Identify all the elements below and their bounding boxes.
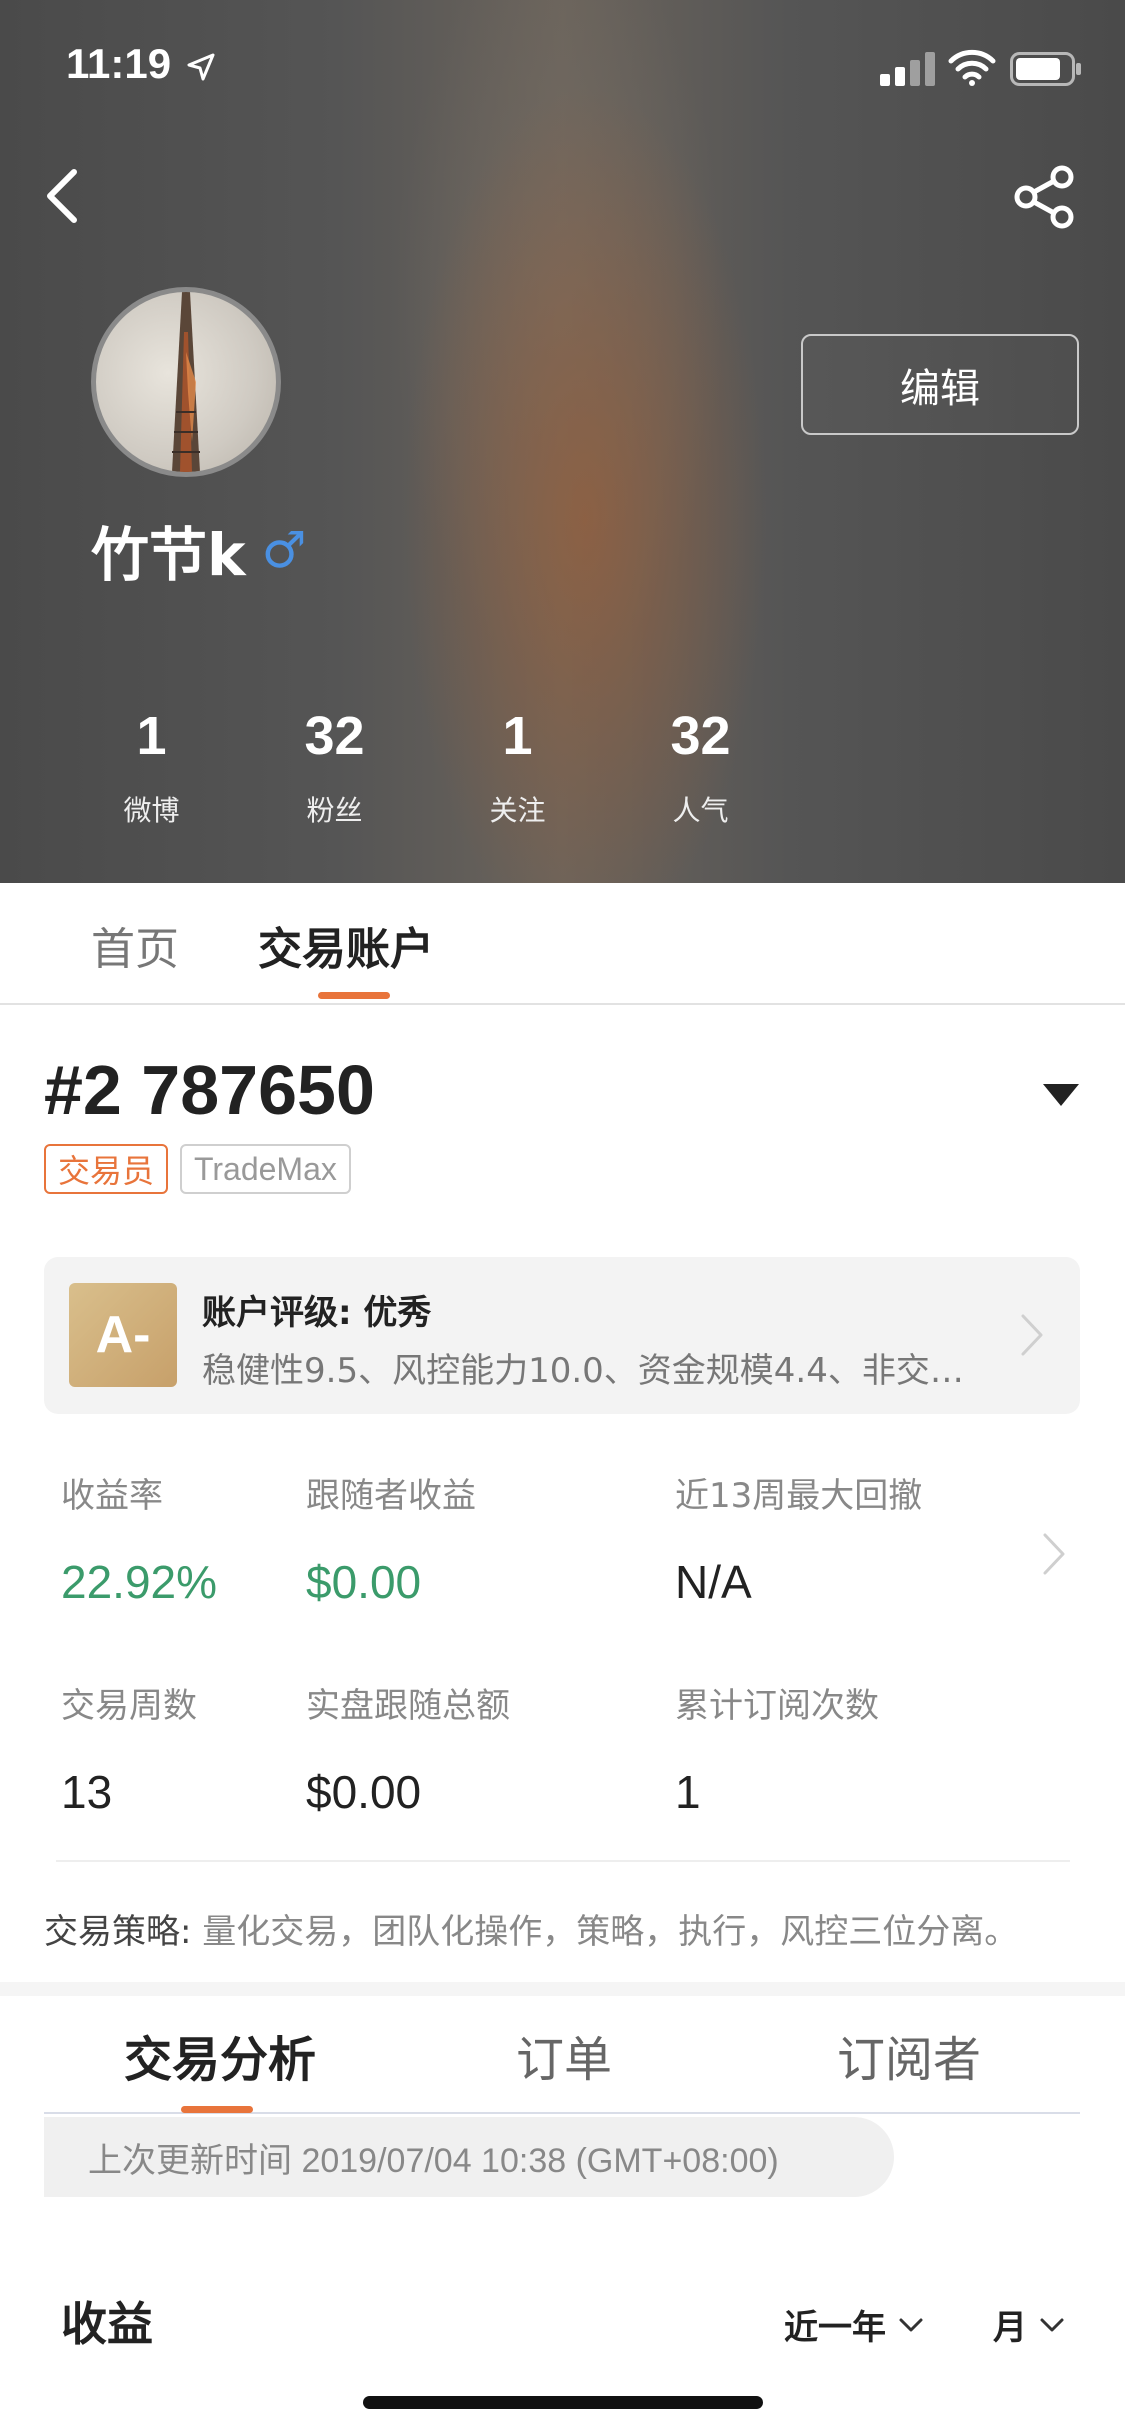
metric-label: 累计订阅次数 [675,1686,879,1726]
stat-followers[interactable]: 32 粉丝 [243,705,426,829]
account-id: #2 787650 [44,1051,375,1129]
location-arrow-icon [187,53,215,81]
home-indicator[interactable] [363,2396,763,2409]
account-badges: 交易员 TradeMax [44,1144,351,1194]
range-filter-label: 近一年 [784,2308,886,2348]
metric-value: 1 [675,1766,701,1818]
period-filter-label: 月 [993,2308,1027,2348]
rating-title: 账户评级: 优秀 [202,1293,432,1333]
strategy-label: 交易策略: [44,1912,192,1952]
chevron-right-icon[interactable] [1042,1532,1066,1576]
profile-header: 11:19 编辑 竹节k ♂ 1 微博 32 粉丝 1 关注 32 人气 [0,0,1125,883]
chevron-right-icon [1021,1314,1043,1356]
metric-label: 实盘跟随总额 [306,1686,510,1726]
battery-icon [1010,52,1081,86]
period-filter-dropdown[interactable]: 月 [993,2300,1065,2349]
chevron-down-icon [899,2318,923,2331]
cellular-signal-icon [880,52,935,86]
back-icon[interactable] [36,160,92,232]
metric-subscriptions: 累计订阅次数 1 [675,1678,1035,1819]
stat-value: 1 [502,706,533,766]
profile-tabs: 首页 交易账户 [0,883,1125,1005]
analysis-tabs: 交易分析 订单 订阅者 [44,1996,1080,2114]
metric-value: $0.00 [306,1556,422,1608]
chevron-down-icon [1040,2318,1064,2331]
wifi-icon [948,49,996,86]
trader-badge: 交易员 [44,1144,169,1194]
stat-value: 32 [670,706,731,766]
trading-strategy: 交易策略: 量化交易，团队化操作，策略，执行，风控三位分离。 [44,1904,1018,1953]
range-filter-dropdown[interactable]: 近一年 [784,2300,924,2349]
tab-trading-analysis[interactable]: 交易分析 [124,2020,316,2090]
stat-value: 1 [136,706,167,766]
tab-trading-account[interactable]: 交易账户 [258,913,434,977]
divider [56,1860,1070,1862]
edit-profile-button[interactable]: 编辑 [801,334,1079,435]
stat-label: 关注 [489,794,546,827]
status-time: 11:19 [66,40,172,87]
stat-popularity[interactable]: 32 人气 [609,705,792,829]
avatar-image [172,292,200,472]
account-rating-card[interactable]: A- 账户评级: 优秀 稳健性9.5、风控能力10.0、资金规模4.4、非交易.… [44,1257,1080,1414]
metric-value: N/A [675,1556,752,1608]
metric-label: 近13周最大回撤 [675,1476,923,1516]
username-row: 竹节k ♂ [91,508,306,592]
tab-active-indicator [318,992,390,999]
stat-weibo[interactable]: 1 微博 [60,705,243,829]
stat-label: 人气 [672,794,729,827]
metric-value: $0.00 [306,1766,422,1818]
strategy-text: 量化交易，团队化操作，策略，执行，风控三位分离。 [191,1912,1019,1952]
stat-label: 微博 [123,794,180,827]
income-section-title: 收益 [61,2297,153,2351]
tab-home[interactable]: 首页 [91,913,179,977]
metric-follower-return: 跟随者收益 $0.00 [306,1468,666,1609]
rating-description: 稳健性9.5、风控能力10.0、资金规模4.4、非交易... [202,1351,992,1391]
tab-subscribers[interactable]: 订阅者 [837,2020,981,2090]
stat-label: 粉丝 [306,794,363,827]
rating-grade-badge: A- [69,1283,177,1387]
account-dropdown-icon[interactable] [1043,1084,1079,1106]
stat-following[interactable]: 1 关注 [426,705,609,829]
metric-max-drawdown[interactable]: 近13周最大回撤 N/A [675,1468,1035,1609]
tab-orders[interactable]: 订单 [516,2020,612,2090]
status-bar: 11:19 [0,0,1125,132]
section-separator [0,1982,1125,1996]
metric-follow-total: 实盘跟随总额 $0.00 [306,1678,666,1819]
avatar[interactable] [91,287,281,477]
gender-male-icon: ♂ [261,521,307,579]
share-icon[interactable] [1012,164,1078,230]
stat-value: 32 [304,706,365,766]
tab-active-indicator [181,2106,253,2113]
profile-stats: 1 微博 32 粉丝 1 关注 32 人气 [60,705,792,829]
last-update-time: 上次更新时间 2019/07/04 10:38 (GMT+08:00) [44,2117,894,2197]
username: 竹节k [91,521,246,589]
platform-badge: TradeMax [180,1144,351,1194]
metric-label: 跟随者收益 [306,1476,476,1516]
